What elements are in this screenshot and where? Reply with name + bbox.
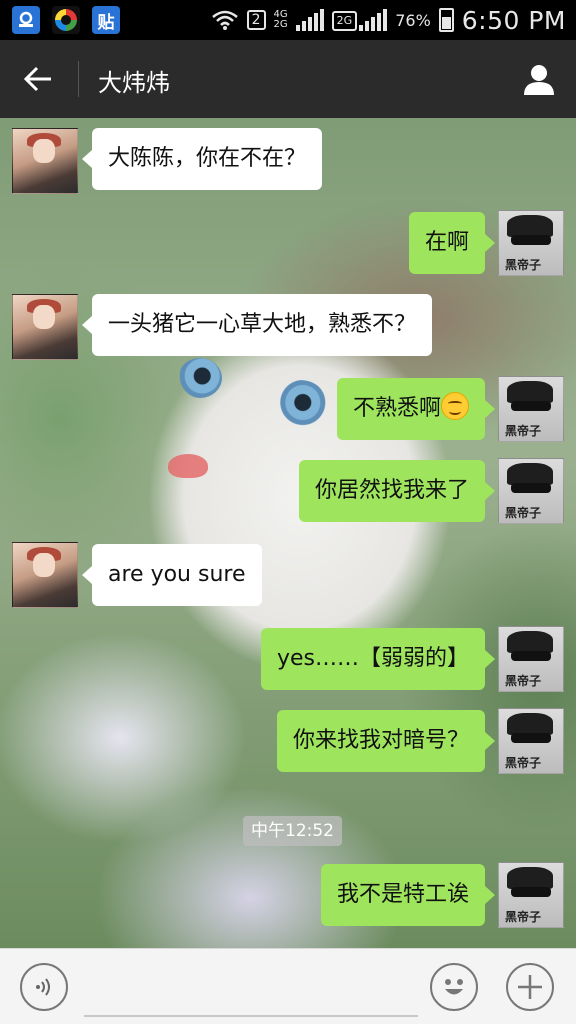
background-cat-eye <box>272 380 328 430</box>
network-type: 4G 2G <box>273 9 288 30</box>
friend-avatar[interactable] <box>12 542 78 608</box>
self-avatar[interactable]: 黑帝子 <box>498 626 564 692</box>
header-divider <box>78 61 79 97</box>
voice-button[interactable] <box>20 963 68 1011</box>
status-bar: 贴 2 4G 2G 2G 76% 6:50 PM <box>0 0 576 40</box>
sim-indicator: 2 <box>246 10 266 30</box>
background-cat-nose <box>168 454 208 478</box>
message-timestamp: 中午12:52 <box>243 816 342 846</box>
arrow-left-icon <box>23 66 51 92</box>
self-avatar[interactable]: 黑帝子 <box>498 376 564 442</box>
tieba-app-icon: 贴 <box>92 6 120 34</box>
360-app-icon <box>52 6 80 34</box>
input-bar <box>0 948 576 1024</box>
message-bubble-self[interactable]: 不熟悉啊 <box>336 378 496 440</box>
chat-header: 大炜炜 <box>0 40 576 118</box>
message-bubble-self[interactable]: 你来找我对暗号？ <box>276 710 496 772</box>
message-bubble-friend[interactable]: are you sure <box>82 544 262 606</box>
battery-icon <box>438 8 454 32</box>
smiley-icon <box>445 979 463 995</box>
chat-message-list[interactable]: 大陈陈，你在不在？ 在啊 黑帝子 一头猪它一心草大地，熟悉不？ 不熟悉啊 黑帝子… <box>0 118 576 948</box>
self-avatar[interactable]: 黑帝子 <box>498 862 564 928</box>
message-bubble-self[interactable]: 你居然找我来了 <box>298 460 496 522</box>
more-button[interactable] <box>506 963 554 1011</box>
message-bubble-self[interactable]: 我不是特工诶 <box>320 864 496 926</box>
emoji-button[interactable] <box>430 963 478 1011</box>
chat-screen: 贴 2 4G 2G 2G 76% 6:50 PM 大炜炜 大陈陈，你在不在？ 在… <box>0 0 576 1024</box>
chat-title: 大炜炜 <box>98 69 170 97</box>
flushed-smile-emoji-icon <box>441 392 469 420</box>
clock: 6:50 PM <box>461 5 566 35</box>
message-bubble-friend[interactable]: 一头猪它一心草大地，熟悉不？ <box>81 294 433 356</box>
signal-icon <box>295 9 324 31</box>
friend-avatar[interactable] <box>12 294 78 360</box>
message-bubble-self[interactable]: 在啊 <box>408 212 496 274</box>
message-text: 不熟悉啊 <box>352 396 441 421</box>
message-input[interactable] <box>84 965 418 1017</box>
battery-percent: 76% <box>395 10 431 30</box>
message-bubble-friend[interactable]: 大陈陈，你在不在？ <box>81 128 323 190</box>
friend-avatar[interactable] <box>12 128 78 194</box>
self-avatar[interactable]: 黑帝子 <box>498 708 564 774</box>
profile-button[interactable] <box>520 60 558 98</box>
maps-app-icon <box>12 6 40 34</box>
person-icon <box>524 65 554 95</box>
background-cat-eye <box>178 358 222 398</box>
voice-icon <box>36 978 50 996</box>
signal-2g-icon: 2G <box>331 9 388 31</box>
self-avatar[interactable]: 黑帝子 <box>498 210 564 276</box>
back-button[interactable] <box>18 60 58 98</box>
plus-icon <box>518 975 542 999</box>
self-avatar[interactable]: 黑帝子 <box>498 458 564 524</box>
wifi-icon <box>211 10 238 30</box>
message-bubble-self[interactable]: yes……【弱弱的】 <box>260 628 496 690</box>
